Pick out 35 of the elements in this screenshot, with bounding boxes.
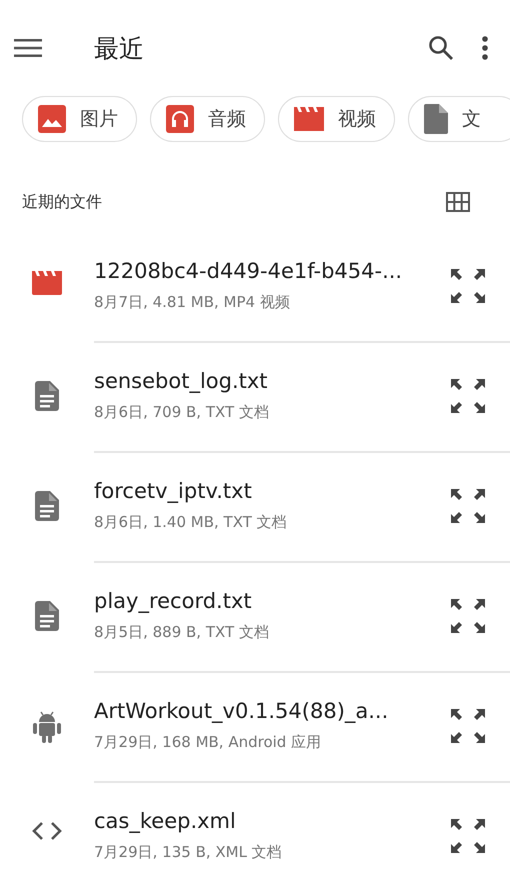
file-details: 7月29日, 168 MB, Android 应用 bbox=[94, 733, 322, 752]
text-file-icon bbox=[35, 601, 59, 631]
expand-icon[interactable] bbox=[448, 596, 488, 636]
file-details: 8月5日, 889 B, TXT 文档 bbox=[94, 623, 270, 642]
clapperboard-icon bbox=[32, 271, 62, 295]
image-icon bbox=[38, 105, 66, 133]
filter-chip[interactable]: 图片 bbox=[22, 96, 137, 142]
code-icon bbox=[31, 821, 63, 841]
expand-icon[interactable] bbox=[448, 706, 488, 746]
file-name[interactable]: forcetv_iptv.txt bbox=[94, 479, 448, 503]
filter-chip[interactable]: 视频 bbox=[278, 96, 395, 142]
expand-icon[interactable] bbox=[448, 266, 488, 306]
file-name[interactable]: play_record.txt bbox=[94, 589, 448, 613]
clapperboard-icon bbox=[294, 107, 324, 131]
screen-title: 最近 bbox=[94, 32, 145, 64]
file-details: 8月6日, 709 B, TXT 文档 bbox=[94, 403, 270, 422]
filter-chip[interactable]: 音频 bbox=[150, 96, 265, 142]
android-icon bbox=[32, 711, 62, 743]
document-icon bbox=[424, 104, 448, 134]
file-name[interactable]: 12208bc4-d449-4e1f-b454-... bbox=[94, 259, 448, 283]
file-details: 8月7日, 4.81 MB, MP4 视频 bbox=[94, 293, 291, 312]
text-file-icon bbox=[35, 491, 59, 521]
section-title: 近期的文件 bbox=[22, 192, 102, 212]
grid-view-icon[interactable] bbox=[446, 192, 470, 212]
expand-icon[interactable] bbox=[448, 486, 488, 526]
file-details: 7月29日, 135 B, XML 文档 bbox=[94, 843, 283, 862]
expand-icon[interactable] bbox=[448, 376, 488, 416]
headphones-icon bbox=[166, 105, 194, 133]
file-details: 8月6日, 1.40 MB, TXT 文档 bbox=[94, 513, 288, 532]
filter-chip[interactable]: 文 bbox=[408, 96, 510, 142]
file-name[interactable]: cas_keep.xml bbox=[94, 809, 448, 833]
expand-icon[interactable] bbox=[448, 816, 488, 856]
text-file-icon bbox=[35, 381, 59, 411]
file-name[interactable]: ArtWorkout_v0.1.54(88)_a... bbox=[94, 699, 448, 723]
file-name[interactable]: sensebot_log.txt bbox=[94, 369, 448, 393]
